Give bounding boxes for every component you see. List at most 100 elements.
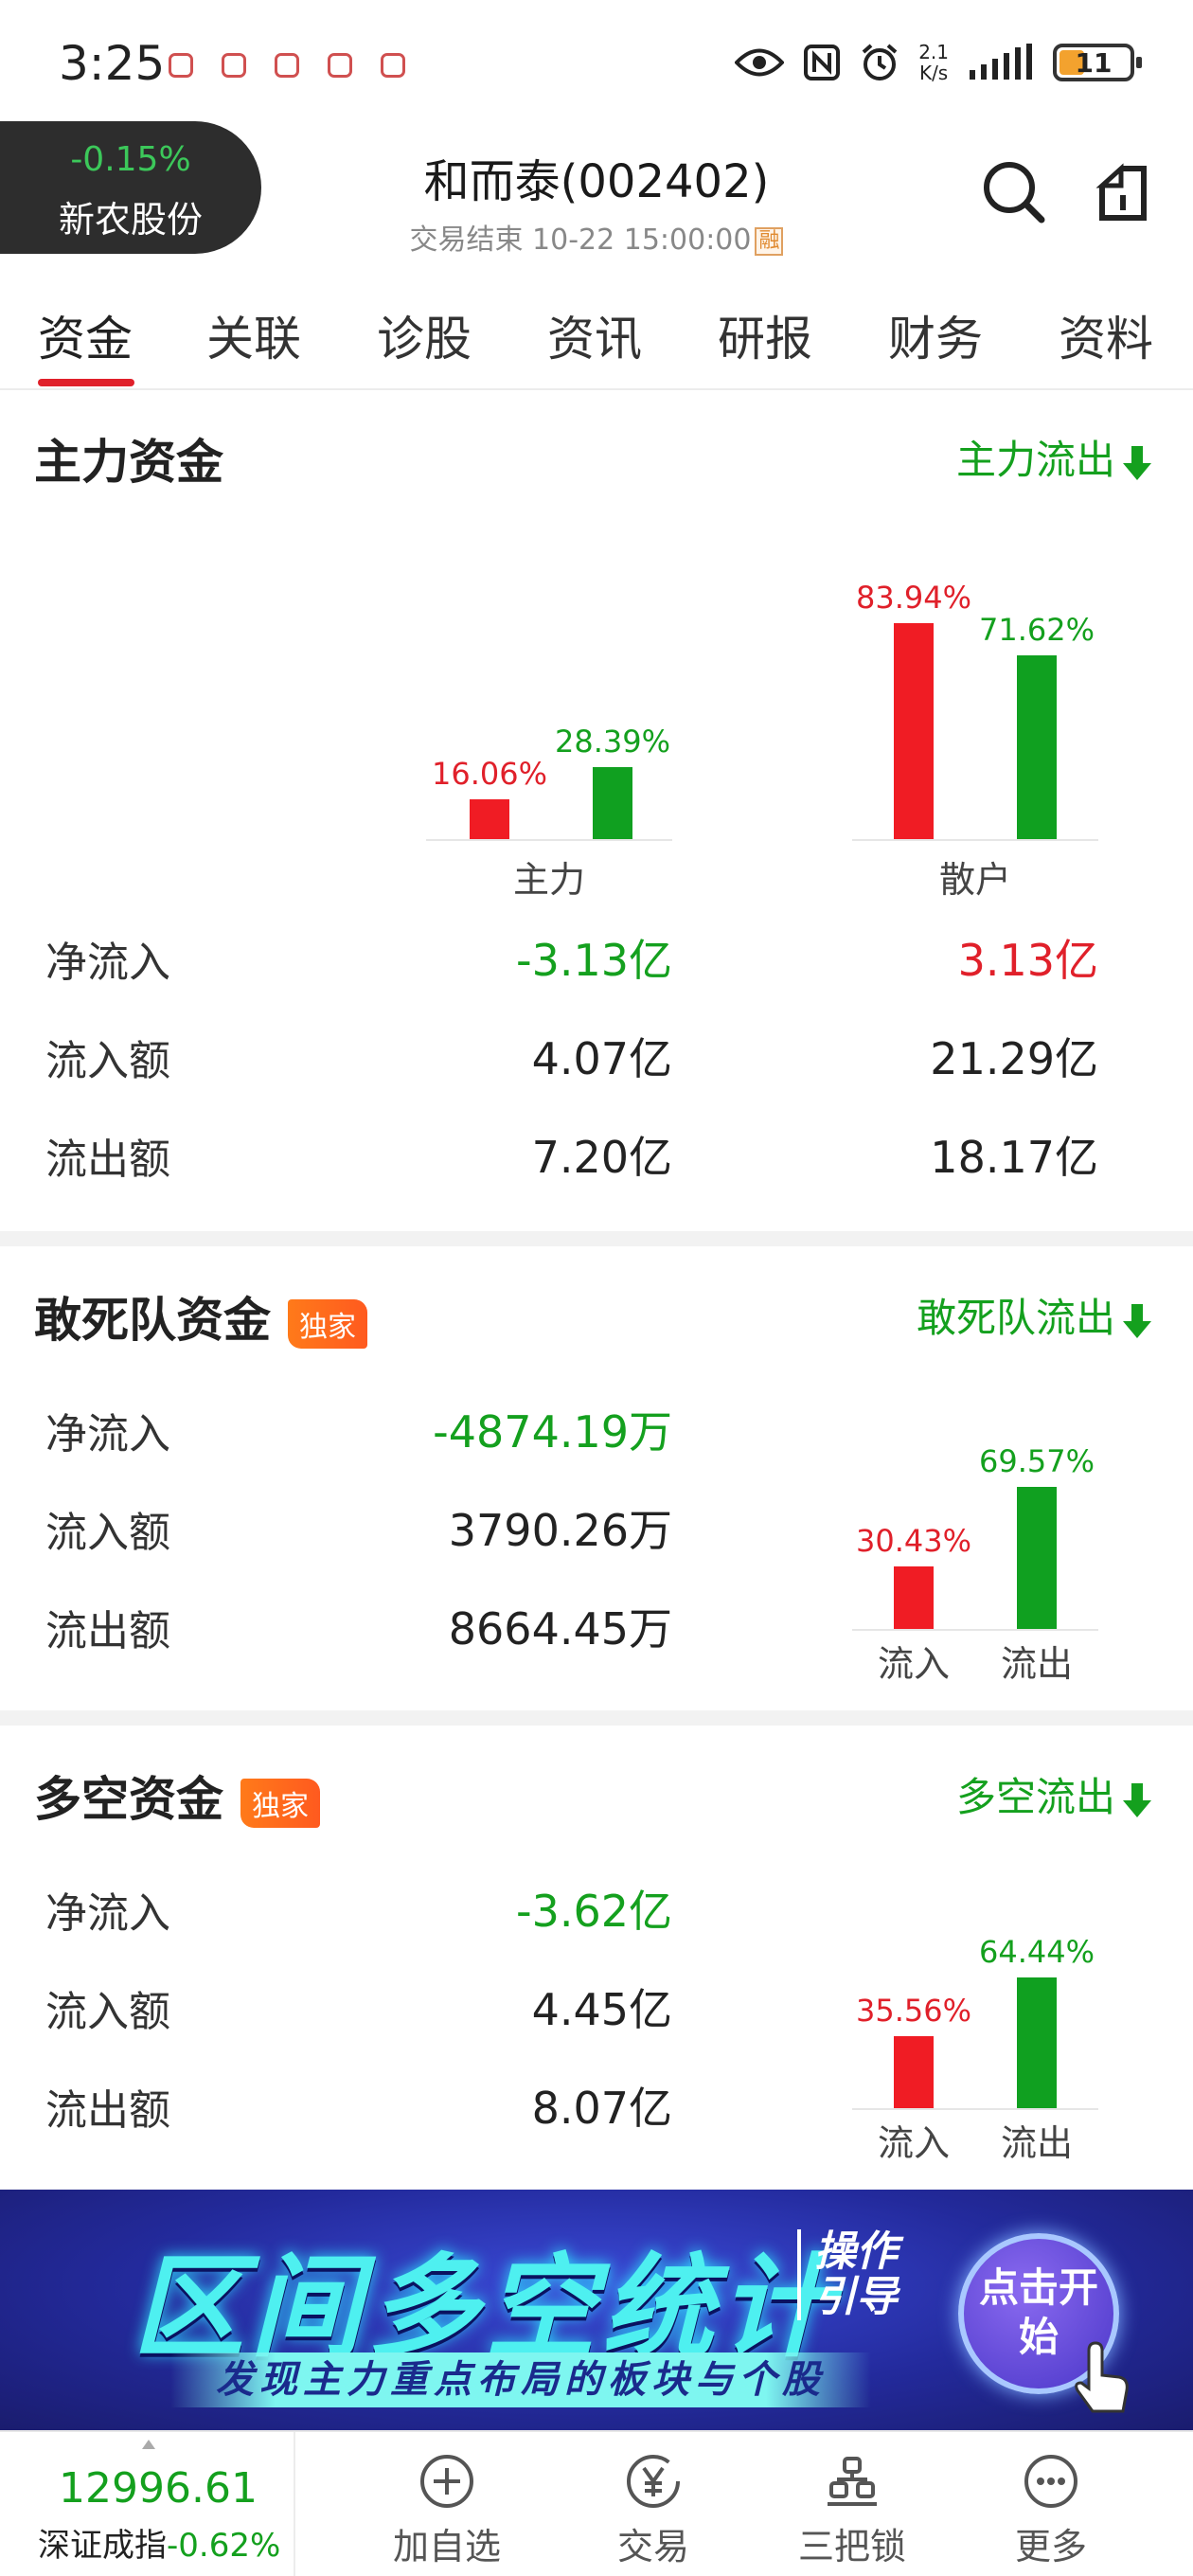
yen-trade-icon — [627, 2455, 680, 2508]
main-outflow-bar — [593, 767, 632, 839]
page-title: 和而泰(002402) — [423, 155, 770, 208]
app-notification-icon — [381, 53, 405, 78]
nav-add-watchlist[interactable]: 加自选 — [381, 2453, 513, 2569]
retail-inflow-pct: 83.94% — [855, 580, 971, 616]
longshort-outflow-amount: 8.07亿 — [531, 2083, 672, 2134]
longshort-funds-flow-tag[interactable]: 多空流出 — [956, 1765, 1153, 1823]
main-inflow-amount: 4.07亿 — [531, 1033, 672, 1084]
row-label: 流入额 — [45, 1037, 170, 1085]
dare-inflow-pct: 30.43% — [855, 1523, 971, 1559]
row-label: 流出额 — [45, 2086, 170, 2135]
more-icon — [1024, 2455, 1077, 2508]
tab-profile[interactable]: 资料 — [1059, 301, 1153, 369]
longshort-inflow-label: 流入 — [877, 2122, 950, 2164]
longshort-net-inflow: -3.62亿 — [515, 1886, 672, 1937]
dare-outflow-label: 流出 — [1000, 1643, 1073, 1685]
banner-subtitle: 发现主力重点布局的板块与个股 — [170, 2352, 871, 2407]
arrow-down-icon — [1123, 1782, 1151, 1817]
pointer-hand-icon — [1075, 2341, 1129, 2413]
dare-inflow-bar — [894, 1566, 934, 1629]
main-inflow-bar — [470, 799, 509, 839]
section-divider — [0, 1710, 1193, 1726]
tab-diagnosis[interactable]: 诊股 — [377, 301, 472, 369]
row-label: 净流入 — [45, 939, 170, 987]
dare-funds-flow-tag[interactable]: 敢死队流出 — [917, 1286, 1153, 1344]
index-change: -0.62% — [167, 2527, 281, 2565]
dare-net-inflow: -4874.19万 — [433, 1406, 672, 1458]
dare-funds-title: 敢死队资金 独家 — [34, 1282, 367, 1351]
network-speed: 2.1 K/s — [918, 41, 949, 84]
search-icon — [984, 162, 1045, 224]
row-label: 净流入 — [45, 1410, 170, 1458]
tab-news[interactable]: 资讯 — [547, 301, 642, 369]
app-notification-icon — [275, 53, 299, 78]
app-notification-icon — [169, 53, 193, 78]
locks-icon — [828, 2457, 877, 2506]
promo-banner[interactable]: 区间多空统计 操作引导 发现主力重点布局的板块与个股 点击开始 — [0, 2190, 1193, 2430]
add-circle-icon — [420, 2455, 473, 2508]
app-notification-icon — [222, 53, 246, 78]
status-indicators: 2.1 K/s 11 — [735, 41, 1142, 84]
row-label: 流出额 — [45, 1136, 170, 1184]
row-label: 流出额 — [45, 1607, 170, 1655]
margin-badge: 融 — [755, 226, 784, 256]
retail-net-inflow: 3.13亿 — [957, 935, 1098, 986]
retail-outflow-pct: 71.62% — [978, 612, 1095, 648]
retail-inflow-bar — [894, 623, 934, 839]
main-funds-title: 主力资金 — [34, 435, 223, 490]
alarm-icon — [862, 44, 898, 80]
main-outflow-amount: 7.20亿 — [531, 1132, 672, 1183]
main-group-label: 主力 — [512, 859, 585, 901]
longshort-outflow-label: 流出 — [1000, 2122, 1073, 2164]
tab-research[interactable]: 研报 — [718, 301, 812, 369]
chart-baseline — [852, 839, 1098, 841]
longshort-outflow-bar — [1017, 1977, 1057, 2108]
linked-stock-pill[interactable]: -0.15% 新农股份 — [0, 121, 261, 254]
trade-status: 交易结束 10-22 15:00:00 融 — [284, 216, 909, 258]
tab-bar: 资金 关联 诊股 资讯 研报 财务 资料 — [0, 284, 1193, 390]
row-label: 流入额 — [45, 1509, 170, 1557]
section-divider — [0, 1231, 1193, 1246]
main-net-inflow: -3.13亿 — [515, 935, 672, 986]
expand-up-icon — [142, 2440, 155, 2449]
chart-baseline — [426, 839, 672, 841]
index-value: 12996.61 — [59, 2464, 258, 2513]
retail-outflow-bar — [1017, 655, 1057, 839]
index-name-line: 深证成指-0.62% — [38, 2527, 281, 2565]
longshort-inflow-amount: 4.45亿 — [531, 1984, 672, 2035]
notification-icons — [169, 53, 405, 78]
linked-stock-name: 新农股份 — [58, 199, 203, 241]
nav-more[interactable]: 更多 — [985, 2453, 1117, 2569]
battery-icon: 11 — [1053, 44, 1142, 81]
status-bar: 3:25 2.1 K/s 11 — [0, 0, 1193, 133]
retail-outflow-amount: 18.17亿 — [930, 1132, 1098, 1183]
dare-outflow-amount: 8664.45万 — [448, 1603, 672, 1655]
main-outflow-pct: 28.39% — [554, 724, 670, 760]
settings-button[interactable] — [1093, 163, 1153, 227]
active-tab-indicator — [38, 379, 134, 386]
linked-stock-change: -0.15% — [70, 140, 191, 179]
nav-three-locks[interactable]: 三把锁 — [786, 2453, 918, 2569]
dare-outflow-bar — [1017, 1487, 1057, 1629]
dare-outflow-pct: 69.57% — [978, 1443, 1095, 1479]
tab-funds[interactable]: 资金 — [38, 301, 133, 369]
index-ticker[interactable]: 12996.61 深证成指-0.62% — [0, 2432, 295, 2576]
row-label: 流入额 — [45, 1988, 170, 2036]
stock-settings-icon — [1095, 163, 1147, 221]
search-button[interactable] — [981, 159, 1047, 229]
main-funds-flow-tag[interactable]: 主力流出 — [956, 428, 1153, 486]
tab-related[interactable]: 关联 — [206, 301, 301, 369]
row-label: 净流入 — [45, 1889, 170, 1938]
status-time: 3:25 — [59, 36, 166, 91]
chart-baseline — [852, 2108, 1098, 2110]
arrow-down-icon — [1123, 1303, 1151, 1338]
tab-finance[interactable]: 财务 — [888, 301, 983, 369]
nfc-icon — [804, 45, 841, 80]
main-inflow-pct: 16.06% — [431, 756, 547, 792]
dare-inflow-amount: 3790.26万 — [448, 1505, 672, 1556]
retail-group-label: 散户 — [938, 859, 1011, 901]
longshort-inflow-bar — [894, 2036, 934, 2108]
longshort-inflow-pct: 35.56% — [855, 1993, 971, 2029]
nav-trade[interactable]: 交易 — [587, 2453, 720, 2569]
dare-inflow-label: 流入 — [877, 1643, 950, 1685]
